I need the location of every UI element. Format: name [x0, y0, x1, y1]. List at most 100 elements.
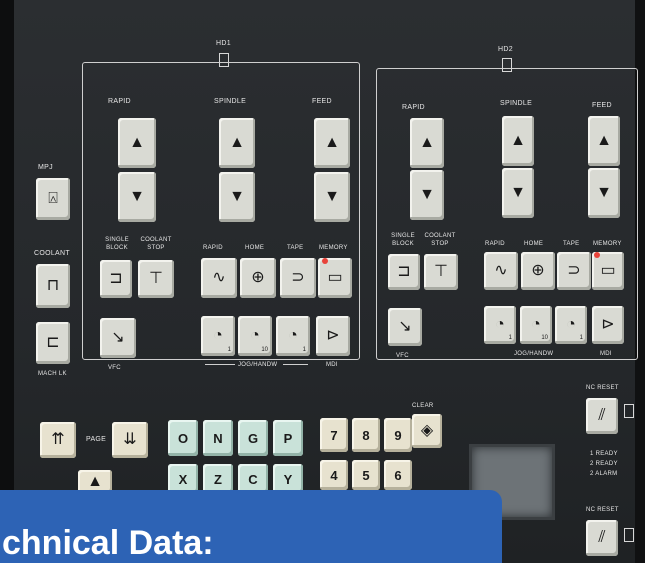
right-mode-tape-button[interactable]: ⊃: [557, 252, 591, 290]
left-mode-rapid-button[interactable]: ∿: [201, 258, 237, 298]
mpj-button[interactable]: ⍓: [36, 178, 70, 220]
left-rapid-down-button[interactable]: ▼: [118, 172, 156, 222]
arrow-down-icon: ▼: [324, 188, 340, 205]
right-feed-down-button[interactable]: ▼: [588, 168, 620, 218]
left-mode-memory-button[interactable]: ▭: [318, 258, 352, 298]
wave-icon: ∿: [494, 262, 508, 279]
left-rapid-up-button[interactable]: ▲: [118, 118, 156, 168]
key-8[interactable]: 8: [352, 418, 380, 452]
right-mode-tape-label: TAPE: [563, 241, 580, 247]
left-jog-10-button[interactable]: ◔ 10: [238, 316, 272, 356]
handwheel-icon: ◔: [288, 327, 298, 344]
right-single-block-label: SINGLE BLOCK: [391, 233, 415, 247]
key-label: O: [177, 430, 189, 446]
jog-value: 1: [579, 335, 583, 341]
nc-reset-2-button[interactable]: ⫽: [586, 520, 618, 556]
right-coolant-stop-button[interactable]: ⊤: [424, 254, 458, 290]
left-single-block-button[interactable]: ⊐: [100, 260, 132, 298]
left-mode-home-button[interactable]: ⊕: [240, 258, 276, 298]
hd1-label: HD1: [216, 40, 231, 47]
left-feed-up-button[interactable]: ▲: [314, 118, 350, 168]
left-feed-label: FEED: [312, 98, 332, 105]
key-g[interactable]: G: [238, 420, 268, 456]
mpj-label: MPJ: [38, 164, 53, 171]
handwheel-icon: ◔: [213, 327, 223, 344]
right-spindle-up-button[interactable]: ▲: [502, 116, 534, 166]
nc-reset-indicator: [624, 404, 634, 418]
jog-bracket-line: [283, 364, 308, 365]
left-mdi-button[interactable]: ⊳: [316, 316, 350, 356]
key-n[interactable]: N: [203, 420, 233, 456]
key-label: 4: [330, 467, 338, 483]
nc-reset-button[interactable]: ⫽: [586, 398, 618, 434]
nc-reset-label: NC RESET: [586, 385, 619, 391]
handwheel-icon: ◔: [495, 316, 505, 333]
left-spindle-down-button[interactable]: ▼: [219, 172, 255, 222]
page-up-button[interactable]: ⇈: [40, 422, 76, 458]
home-target-icon: ⊕: [251, 269, 265, 286]
right-single-block-button[interactable]: ⊐: [388, 254, 420, 290]
handwheel-icon: ◔: [531, 316, 541, 333]
right-jog-1-button[interactable]: ◔ 1: [484, 306, 516, 344]
banner-title: chnical Data:: [2, 524, 214, 562]
right-rapid-down-button[interactable]: ▼: [410, 170, 444, 220]
left-jog-1-button[interactable]: ◔ 1: [201, 316, 235, 356]
right-feed-up-button[interactable]: ▲: [588, 116, 620, 166]
right-mode-home-button[interactable]: ⊕: [521, 252, 555, 290]
home-target-icon: ⊕: [531, 262, 545, 279]
key-label: X: [178, 471, 188, 487]
key-9[interactable]: 9: [384, 418, 412, 452]
key-label: Y: [283, 471, 293, 487]
right-mode-memory-label: MEMORY: [593, 241, 622, 247]
coolant-button[interactable]: ⊓: [36, 264, 70, 308]
handwheel-icon: ◔: [566, 316, 576, 333]
key-label: G: [247, 430, 259, 446]
key-7[interactable]: 7: [320, 418, 348, 452]
technical-data-banner: chnical Data:: [0, 490, 502, 563]
jog-value: 1: [302, 347, 306, 353]
right-jog-10-button[interactable]: ◔ 10: [520, 306, 552, 344]
key-label: 8: [362, 427, 370, 443]
arrow-down-icon: ▼: [596, 184, 612, 201]
key-6[interactable]: 6: [384, 460, 412, 490]
coolant-icon: ⊓: [46, 277, 60, 294]
coolant-label: COOLANT: [34, 250, 70, 257]
left-vfc-button[interactable]: ↘: [100, 318, 136, 358]
left-jog-1b-button[interactable]: ◔ 1: [276, 316, 310, 356]
machine-lock-button[interactable]: ⊏: [36, 322, 70, 364]
tape-icon: ⊃: [567, 262, 581, 279]
reset-icon: ⫽: [598, 529, 606, 546]
left-spindle-label: SPINDLE: [214, 98, 247, 105]
key-label: P: [283, 430, 293, 446]
left-mode-tape-label: TAPE: [287, 245, 304, 251]
right-vfc-button[interactable]: ↘: [388, 308, 422, 346]
wave-icon: ∿: [212, 269, 226, 286]
key-label: 6: [394, 467, 402, 483]
vfc-icon: ↘: [398, 318, 412, 335]
arrow-up-icon: ▲: [129, 134, 145, 151]
key-label: 5: [362, 467, 370, 483]
right-feed-label: FEED: [592, 102, 612, 109]
page-down-button[interactable]: ⇊: [112, 422, 148, 458]
right-mode-rapid-button[interactable]: ∿: [484, 252, 518, 290]
key-p[interactable]: P: [273, 420, 303, 456]
right-spindle-down-button[interactable]: ▼: [502, 168, 534, 218]
left-mode-tape-button[interactable]: ⊃: [280, 258, 316, 298]
clear-button[interactable]: ◈: [412, 414, 442, 448]
right-mdi-button[interactable]: ⊳: [592, 306, 624, 344]
page-label: PAGE: [86, 436, 107, 443]
left-feed-down-button[interactable]: ▼: [314, 172, 350, 222]
left-spindle-up-button[interactable]: ▲: [219, 118, 255, 168]
coolant-stop-icon: ⊤: [149, 270, 163, 287]
reset-icon: ⫽: [598, 407, 606, 424]
arrow-up-icon: ▲: [510, 132, 526, 149]
left-coolant-stop-button[interactable]: ⊤: [138, 260, 174, 298]
right-jog-1b-button[interactable]: ◔ 1: [555, 306, 587, 344]
right-rapid-up-button[interactable]: ▲: [410, 118, 444, 168]
key-o[interactable]: O: [168, 420, 198, 456]
key-4[interactable]: 4: [320, 460, 348, 490]
memory-led: [594, 252, 600, 258]
right-mode-rapid-label: RAPID: [485, 241, 505, 247]
key-5[interactable]: 5: [352, 460, 380, 490]
arrow-down-icon: ▼: [129, 188, 145, 205]
